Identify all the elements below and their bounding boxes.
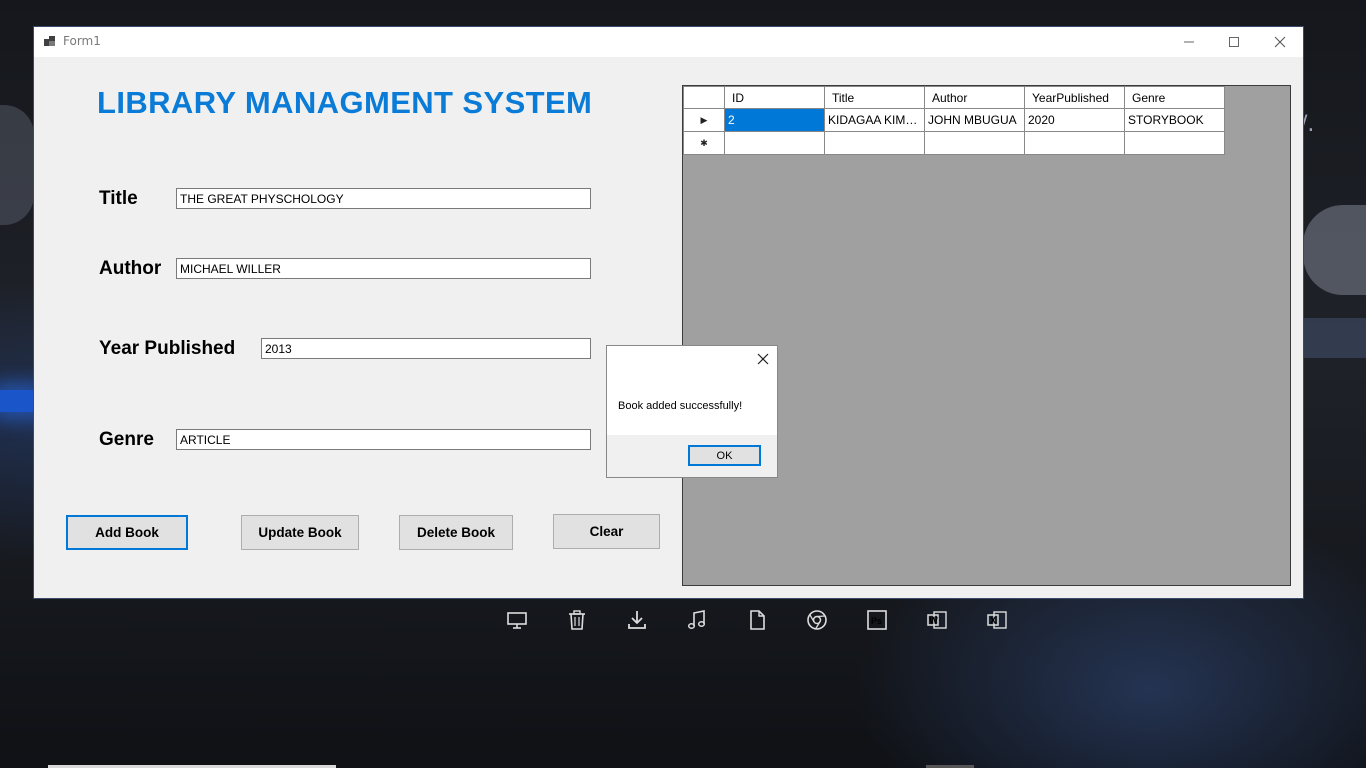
message-box-footer: OK — [607, 435, 777, 477]
document-icon[interactable] — [744, 607, 770, 633]
close-icon — [1274, 36, 1286, 48]
window-title: Form1 — [63, 34, 101, 48]
books-table: ID Title Author YearPublished Genre ▶ 2 … — [683, 86, 1225, 155]
download-icon[interactable] — [624, 607, 650, 633]
app-icon — [44, 36, 56, 47]
column-header-yearpublished[interactable]: YearPublished — [1024, 86, 1125, 109]
author-input[interactable] — [176, 258, 591, 279]
message-box-close-button[interactable] — [757, 351, 769, 369]
music-icon[interactable] — [684, 607, 710, 633]
column-header-genre[interactable]: Genre — [1124, 86, 1225, 109]
maximize-button[interactable] — [1211, 27, 1257, 57]
close-icon — [757, 353, 769, 365]
update-book-button[interactable]: Update Book — [241, 515, 359, 550]
app-window: Form1 LIBRARY MANAGMENT SYSTEM Title Aut… — [34, 27, 1303, 598]
monitor-icon[interactable] — [504, 607, 530, 633]
genre-input[interactable] — [176, 429, 591, 450]
chrome-icon[interactable] — [804, 607, 830, 633]
excel-icon[interactable]: X — [984, 607, 1010, 633]
table-row[interactable]: ▶ 2 KIDAGAA KIMEMWOZEA JOHN MBUGUA 2020 … — [683, 108, 1225, 132]
table-cell[interactable] — [1124, 131, 1225, 155]
column-header-title[interactable]: Title — [824, 86, 925, 109]
page-title: LIBRARY MANAGMENT SYSTEM — [97, 85, 593, 120]
year-published-input[interactable] — [261, 338, 591, 359]
table-cell[interactable]: 2 — [724, 108, 825, 132]
table-cell[interactable] — [1024, 131, 1125, 155]
message-text: Book added successfully! — [618, 400, 743, 412]
title-label: Title — [99, 188, 138, 209]
new-row-indicator-icon[interactable]: ✱ — [683, 131, 725, 155]
message-box: Book added successfully! OK — [606, 345, 778, 478]
icon-dock: Ps W X — [0, 607, 1366, 635]
author-label: Author — [99, 258, 162, 279]
genre-label: Genre — [99, 429, 154, 450]
table-cell[interactable] — [724, 131, 825, 155]
books-data-grid[interactable]: ID Title Author YearPublished Genre ▶ 2 … — [682, 85, 1291, 586]
row-header-corner — [683, 86, 725, 109]
desktop-wallpaper-shape — [1303, 318, 1366, 358]
maximize-icon — [1229, 37, 1239, 47]
year-published-label: Year Published — [99, 338, 236, 359]
window-titlebar[interactable]: Form1 — [34, 27, 1303, 57]
desktop-wallpaper-glow — [0, 390, 36, 412]
clear-button[interactable]: Clear — [553, 514, 660, 549]
table-cell[interactable]: STORYBOOK — [1124, 108, 1225, 132]
excel-icon-text: X — [990, 616, 996, 626]
photoshop-icon-text: Ps — [871, 616, 882, 626]
minimize-icon — [1184, 41, 1194, 43]
minimize-button[interactable] — [1166, 27, 1212, 57]
ok-button[interactable]: OK — [688, 445, 761, 466]
table-header-row: ID Title Author YearPublished Genre — [683, 86, 1225, 109]
current-row-indicator-icon[interactable]: ▶ — [683, 108, 725, 132]
trash-icon[interactable] — [564, 607, 590, 633]
table-cell[interactable] — [824, 131, 925, 155]
title-input[interactable] — [176, 188, 591, 209]
word-icon[interactable]: W — [924, 607, 950, 633]
add-book-button[interactable]: Add Book — [66, 515, 188, 550]
column-header-id[interactable]: ID — [724, 86, 825, 109]
table-cell[interactable]: JOHN MBUGUA — [924, 108, 1025, 132]
desktop-wallpaper-shape — [0, 105, 34, 225]
close-button[interactable] — [1257, 27, 1303, 57]
photoshop-icon[interactable]: Ps — [864, 607, 890, 633]
table-cell[interactable]: 2020 — [1024, 108, 1125, 132]
column-header-author[interactable]: Author — [924, 86, 1025, 109]
desktop-wallpaper-shape — [1303, 205, 1366, 295]
delete-book-button[interactable]: Delete Book — [399, 515, 513, 550]
table-new-row[interactable]: ✱ — [683, 131, 1225, 155]
word-icon-text: W — [929, 616, 938, 626]
table-cell[interactable] — [924, 131, 1025, 155]
table-cell[interactable]: KIDAGAA KIMEMWOZEA — [824, 108, 925, 132]
